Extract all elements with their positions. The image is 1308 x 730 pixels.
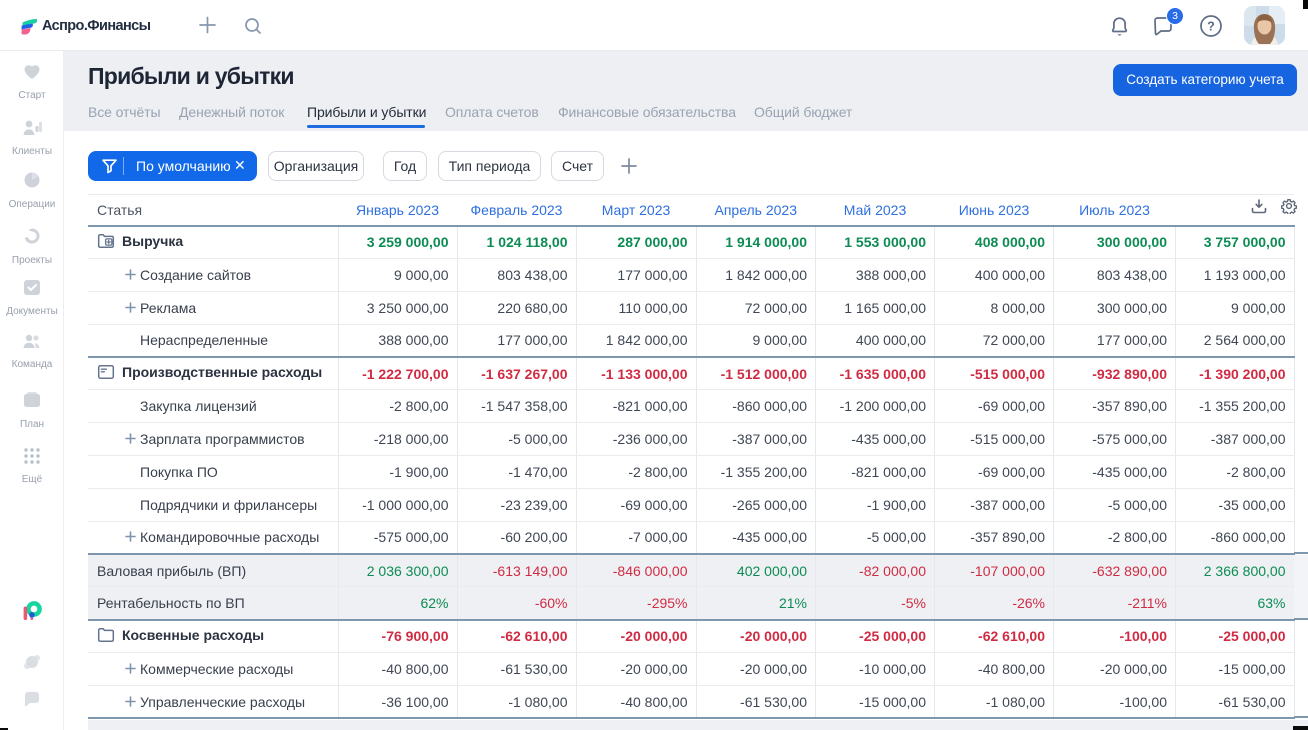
- svg-text:?: ?: [1207, 19, 1215, 33]
